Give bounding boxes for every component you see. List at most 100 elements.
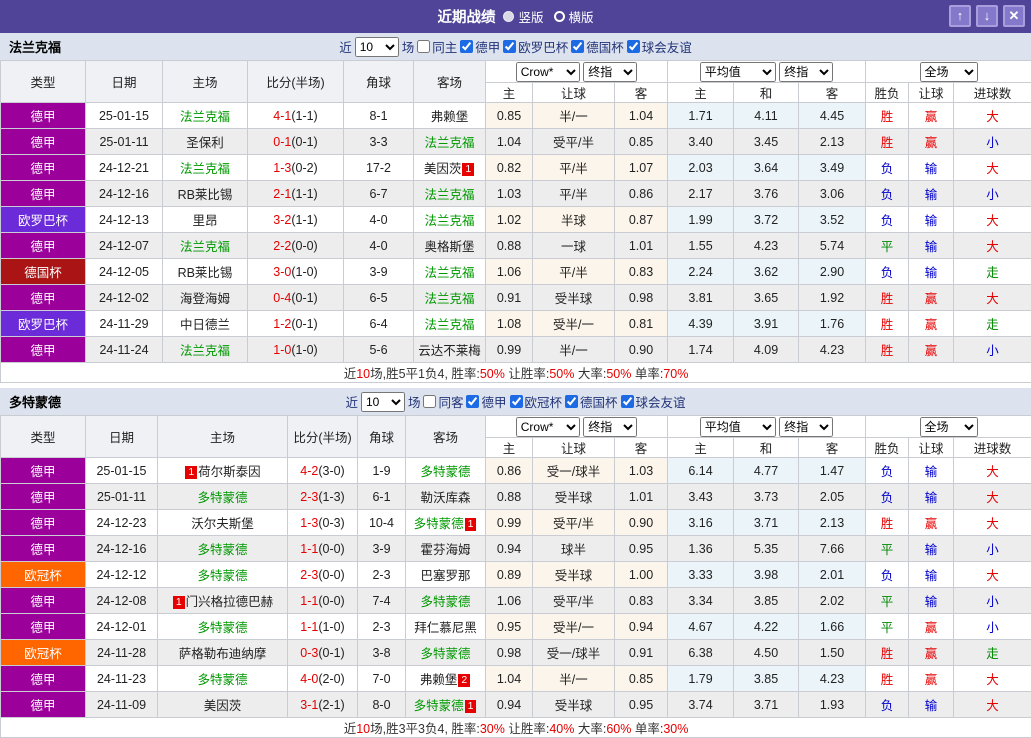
league-checkbox[interactable] — [571, 40, 584, 53]
match-row: 德甲 24-12-16 RB莱比锡 2-1(1-1) 6-7 法兰克福 1.03… — [1, 181, 1031, 207]
away-team: 拜仁慕尼黑 — [406, 614, 486, 640]
match-date: 24-12-12 — [86, 562, 158, 588]
handicap-line: 受平/半 — [533, 588, 615, 614]
league-checkbox[interactable] — [565, 395, 578, 408]
home-team: 美因茨 — [158, 692, 288, 718]
sub-header-avg-draw: 和 — [734, 83, 799, 103]
team-label: 巴塞罗那 — [420, 569, 470, 583]
handicap-line: 平/半 — [533, 259, 615, 285]
handicap-odds-away: 0.90 — [615, 510, 668, 536]
league-checkbox[interactable] — [466, 395, 479, 408]
radio-icon[interactable] — [503, 11, 514, 22]
league-filter[interactable]: 欧罗巴杯 — [503, 37, 568, 56]
match-type: 德甲 — [1, 510, 86, 536]
summary-text: 让胜率: — [505, 722, 549, 736]
odds-source-select[interactable]: Crow* — [516, 417, 580, 437]
view-option[interactable]: 横版 — [554, 7, 594, 26]
scope-select[interactable]: 全场 — [920, 417, 978, 437]
result-handicap: 输 — [909, 259, 954, 285]
avg-source-select[interactable]: 平均值 — [700, 62, 776, 82]
away-team: 多特蒙德 — [406, 640, 486, 666]
league-checkbox[interactable] — [503, 40, 516, 53]
avg-final-select[interactable]: 终指 — [779, 62, 833, 82]
full-time-score: 1-1 — [300, 542, 318, 556]
handicap-line: 半球 — [533, 207, 615, 233]
team-label: 萨格勒布迪纳摩 — [179, 647, 267, 661]
handicap-odds-home: 0.95 — [486, 614, 533, 640]
match-date: 24-12-07 — [86, 233, 163, 259]
sub-header-avg-home: 主 — [668, 438, 734, 458]
match-row: 德甲 24-12-01 多特蒙德 1-1(1-0) 2-3 拜仁慕尼黑 0.95… — [1, 614, 1031, 640]
league-filter[interactable]: 德国杯 — [565, 392, 618, 411]
team-label: 圣保利 — [186, 136, 224, 150]
same-venue-checkbox[interactable] — [423, 395, 436, 408]
result-goals: 小 — [954, 614, 1031, 640]
league-filter[interactable]: 德甲 — [466, 392, 506, 411]
full-time-score: 1-2 — [273, 317, 291, 331]
league-filter[interactable]: 德国杯 — [571, 37, 624, 56]
radio-icon[interactable] — [554, 11, 565, 22]
avg-source-select[interactable]: 平均值 — [700, 417, 776, 437]
avg-odds-home: 1.71 — [668, 103, 734, 129]
odds-final-select[interactable]: 终指 — [583, 417, 637, 437]
avg-odds-draw: 4.50 — [734, 640, 799, 666]
match-row: 欧罗巴杯 24-11-29 中日德兰 1-2(0-1) 6-4 法兰克福 1.0… — [1, 311, 1031, 337]
results-table: 类型 日期 主场 比分(半场) 角球 客场 Crow* 终指 平均值 终指 全场 — [0, 415, 1031, 738]
same-venue-filter[interactable]: 同主 — [417, 37, 457, 56]
handicap-odds-away: 0.85 — [615, 129, 668, 155]
handicap-odds-away: 0.94 — [615, 614, 668, 640]
avg-odds-home: 4.39 — [668, 311, 734, 337]
scope-select[interactable]: 全场 — [920, 62, 978, 82]
avg-odds-draw: 3.73 — [734, 484, 799, 510]
league-checkbox[interactable] — [510, 395, 523, 408]
team-label: 法兰克福 — [424, 318, 474, 332]
sub-header-avg-away: 客 — [799, 438, 866, 458]
result-goals: 走 — [954, 259, 1031, 285]
league-filter[interactable]: 德甲 — [460, 37, 500, 56]
result-outcome: 胜 — [866, 666, 909, 692]
full-time-score: 4-1 — [273, 109, 291, 123]
near-label: 近 — [345, 392, 358, 411]
match-type: 德甲 — [1, 181, 86, 207]
view-option[interactable]: 竖版 — [503, 7, 543, 26]
full-time-score: 3-2 — [273, 213, 291, 227]
avg-odds-draw: 5.35 — [734, 536, 799, 562]
away-team: 弗赖堡2 — [406, 666, 486, 692]
league-filter[interactable]: 球会友谊 — [621, 392, 686, 411]
move-down-button[interactable]: ↓ — [976, 5, 998, 27]
home-team: 里昂 — [163, 207, 248, 233]
same-venue-checkbox[interactable] — [417, 40, 430, 53]
corner-score: 7-4 — [358, 588, 406, 614]
match-count-select[interactable]: 10 — [355, 37, 399, 57]
league-filters: 德甲欧罗巴杯德国杯球会友谊 — [460, 37, 692, 56]
home-team: 法兰克福 — [163, 103, 248, 129]
section-header: 法兰克福 近 10 场 同主 德甲欧罗巴杯德国杯球会友谊 — [0, 33, 1031, 60]
league-filter[interactable]: 欧冠杯 — [510, 392, 563, 411]
home-team: 沃尔夫斯堡 — [158, 510, 288, 536]
avg-odds-away: 1.93 — [799, 692, 866, 718]
close-button[interactable]: ✕ — [1003, 5, 1025, 27]
red-card-badge: 2 — [458, 674, 470, 687]
home-team: 1荷尔斯泰因 — [158, 458, 288, 484]
result-handicap: 输 — [909, 458, 954, 484]
avg-final-select[interactable]: 终指 — [779, 417, 833, 437]
odds-source-select[interactable]: Crow* — [516, 62, 580, 82]
league-checkbox[interactable] — [460, 40, 473, 53]
result-outcome: 负 — [866, 484, 909, 510]
league-checkbox[interactable] — [621, 395, 634, 408]
match-count-select[interactable]: 10 — [361, 392, 405, 412]
handicap-line: 一球 — [533, 233, 615, 259]
league-filter[interactable]: 球会友谊 — [627, 37, 692, 56]
team-label: 多特蒙德 — [420, 465, 470, 479]
move-up-button[interactable]: ↑ — [949, 5, 971, 27]
odds-final-select[interactable]: 终指 — [583, 62, 637, 82]
team-section-frankfurt: 法兰克福 近 10 场 同主 德甲欧罗巴杯德国杯球会友谊 类型 日期 主场 比分… — [0, 33, 1031, 383]
summary-row: 近10场,胜5平1负4, 胜率:50% 让胜率:50% 大率:50% 单率:70… — [1, 363, 1031, 383]
half-time-score: (0-1) — [291, 291, 317, 305]
handicap-line: 受一/球半 — [533, 458, 615, 484]
corner-score: 3-8 — [358, 640, 406, 666]
avg-odds-draw: 3.64 — [734, 155, 799, 181]
same-venue-filter[interactable]: 同客 — [423, 392, 463, 411]
league-checkbox[interactable] — [627, 40, 640, 53]
team-label: 法兰克福 — [180, 110, 230, 124]
